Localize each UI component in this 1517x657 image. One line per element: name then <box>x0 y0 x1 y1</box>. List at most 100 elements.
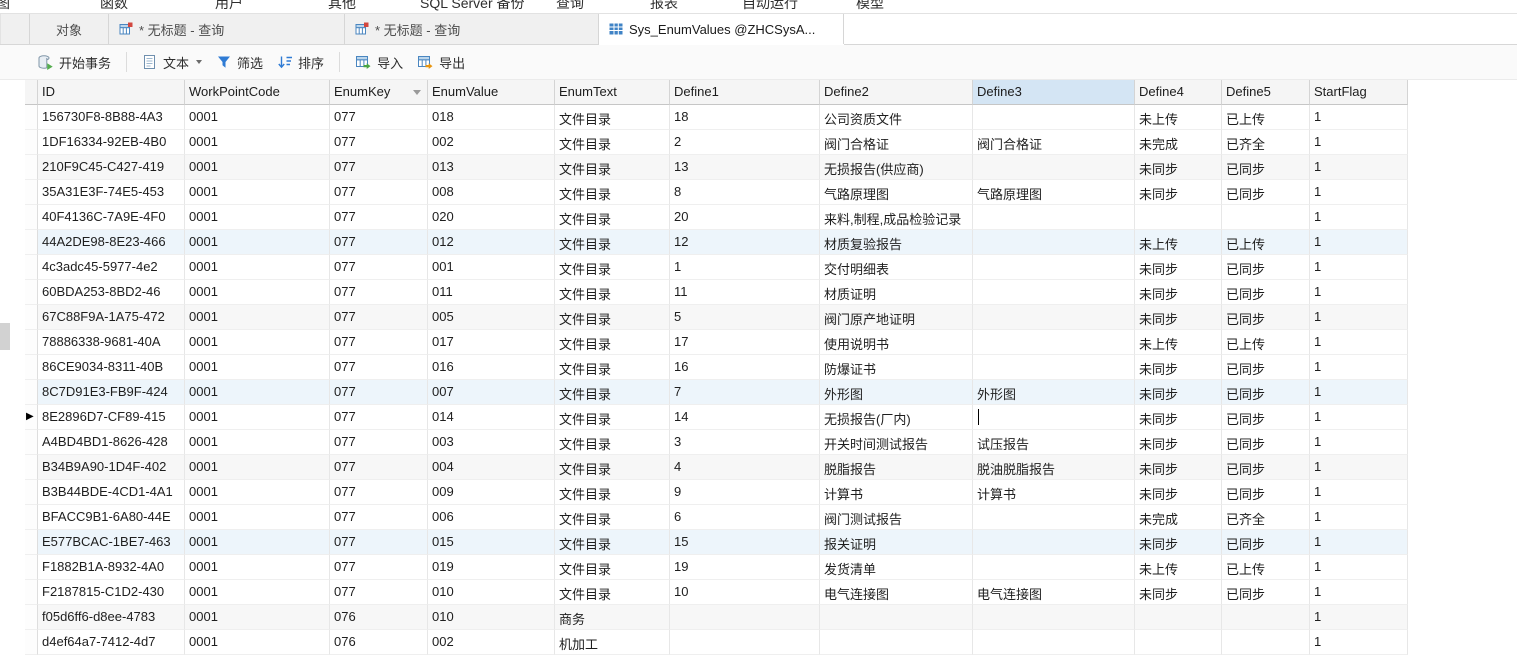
row-selector-gutter[interactable] <box>25 455 38 480</box>
row-selector-gutter[interactable] <box>25 305 38 330</box>
filter-dropdown-icon[interactable] <box>413 90 421 95</box>
cell[interactable]: 0001 <box>185 230 330 255</box>
cell[interactable]: 40F4136C-7A9E-4F0 <box>38 205 185 230</box>
cell[interactable]: 19 <box>670 555 820 580</box>
cell[interactable]: 019 <box>428 555 555 580</box>
cell[interactable]: 0001 <box>185 605 330 630</box>
cell[interactable]: 已同步 <box>1222 405 1310 430</box>
cell[interactable]: 0001 <box>185 130 330 155</box>
cell[interactable] <box>973 555 1135 580</box>
cell[interactable]: 0001 <box>185 105 330 130</box>
cell[interactable]: 计算书 <box>973 480 1135 505</box>
cell[interactable]: 1 <box>1310 355 1408 380</box>
cell[interactable]: 防爆证书 <box>820 355 973 380</box>
cell[interactable]: 未同步 <box>1135 280 1222 305</box>
cell[interactable]: 004 <box>428 455 555 480</box>
cell[interactable]: 077 <box>330 280 428 305</box>
cell[interactable]: 077 <box>330 530 428 555</box>
cell[interactable]: 计算书 <box>820 480 973 505</box>
cell[interactable]: 0001 <box>185 380 330 405</box>
row-selector-gutter[interactable] <box>25 530 38 555</box>
row-selector-gutter[interactable] <box>25 380 38 405</box>
cell[interactable]: 电气连接图 <box>973 580 1135 605</box>
cell[interactable]: 0001 <box>185 630 330 655</box>
cell[interactable]: 已上传 <box>1222 105 1310 130</box>
cell[interactable]: 210F9C45-C427-419 <box>38 155 185 180</box>
filter-button[interactable]: 筛选 <box>209 49 270 76</box>
cell[interactable]: 020 <box>428 205 555 230</box>
cell[interactable]: 11 <box>670 280 820 305</box>
cell[interactable]: 文件目录 <box>555 505 670 530</box>
cell[interactable]: 未同步 <box>1135 580 1222 605</box>
cell[interactable]: 4c3adc45-5977-4e2 <box>38 255 185 280</box>
cell[interactable]: 已同步 <box>1222 580 1310 605</box>
cell[interactable]: 077 <box>330 480 428 505</box>
cell[interactable]: 13 <box>670 155 820 180</box>
cell[interactable]: 0001 <box>185 305 330 330</box>
cell[interactable]: 未上传 <box>1135 555 1222 580</box>
cell[interactable]: 文件目录 <box>555 380 670 405</box>
cell[interactable]: 文件目录 <box>555 130 670 155</box>
cell[interactable]: 未上传 <box>1135 230 1222 255</box>
cell[interactable]: 1 <box>1310 130 1408 155</box>
cell[interactable]: 未同步 <box>1135 255 1222 280</box>
row-selector-gutter[interactable] <box>25 480 38 505</box>
cell[interactable]: 1 <box>1310 630 1408 655</box>
cell[interactable]: 报关证明 <box>820 530 973 555</box>
begin-transaction-button[interactable]: 开始事务 <box>30 49 118 76</box>
cell[interactable]: 1 <box>1310 230 1408 255</box>
cell[interactable]: 077 <box>330 330 428 355</box>
row-selector-gutter[interactable]: ▶ <box>25 405 38 430</box>
cell[interactable]: 1 <box>1310 580 1408 605</box>
cell[interactable]: 发货清单 <box>820 555 973 580</box>
cell[interactable]: 文件目录 <box>555 330 670 355</box>
cell[interactable]: 1 <box>1310 155 1408 180</box>
cell[interactable]: 0001 <box>185 580 330 605</box>
cell[interactable]: 已齐全 <box>1222 505 1310 530</box>
cell[interactable] <box>820 605 973 630</box>
cell[interactable]: E577BCAC-1BE7-463 <box>38 530 185 555</box>
row-selector-gutter[interactable] <box>25 105 38 130</box>
column-header-define1[interactable]: Define1 <box>670 80 820 105</box>
cell[interactable]: 011 <box>428 280 555 305</box>
cell[interactable]: 1 <box>1310 405 1408 430</box>
cell[interactable]: 已齐全 <box>1222 130 1310 155</box>
cell[interactable]: 阀门合格证 <box>973 130 1135 155</box>
cell[interactable]: 7 <box>670 380 820 405</box>
cell[interactable]: 077 <box>330 205 428 230</box>
cell[interactable]: 文件目录 <box>555 255 670 280</box>
row-selector-gutter[interactable] <box>25 605 38 630</box>
column-header-define4[interactable]: Define4 <box>1135 80 1222 105</box>
cell[interactable]: 1 <box>1310 330 1408 355</box>
row-selector-gutter[interactable] <box>25 580 38 605</box>
menu-item-2[interactable]: 函数 <box>100 0 128 13</box>
cell[interactable] <box>973 405 1135 430</box>
cell[interactable]: 67C88F9A-1A75-472 <box>38 305 185 330</box>
cell[interactable]: f05d6ff6-d8ee-4783 <box>38 605 185 630</box>
cell[interactable]: 已上传 <box>1222 555 1310 580</box>
cell[interactable]: 已同步 <box>1222 455 1310 480</box>
cell[interactable]: 1 <box>1310 380 1408 405</box>
cell[interactable]: 1 <box>1310 205 1408 230</box>
cell[interactable]: 077 <box>330 405 428 430</box>
column-header-startflag[interactable]: StartFlag <box>1310 80 1408 105</box>
cell[interactable]: 8 <box>670 180 820 205</box>
cell[interactable]: 未上传 <box>1135 105 1222 130</box>
row-selector-gutter[interactable] <box>25 280 38 305</box>
cell[interactable] <box>670 630 820 655</box>
cell[interactable]: 1 <box>1310 505 1408 530</box>
cell[interactable]: 010 <box>428 580 555 605</box>
cell[interactable]: 2 <box>670 130 820 155</box>
column-header-define2[interactable]: Define2 <box>820 80 973 105</box>
cell[interactable]: 文件目录 <box>555 530 670 555</box>
cell[interactable]: 未同步 <box>1135 180 1222 205</box>
cell[interactable]: 阀门合格证 <box>820 130 973 155</box>
row-selector-gutter[interactable] <box>25 155 38 180</box>
cell[interactable]: 商务 <box>555 605 670 630</box>
cell[interactable]: 8C7D91E3-FB9F-424 <box>38 380 185 405</box>
cell[interactable] <box>973 205 1135 230</box>
cell[interactable]: 已同步 <box>1222 305 1310 330</box>
cell[interactable]: 未同步 <box>1135 155 1222 180</box>
cell[interactable]: 007 <box>428 380 555 405</box>
cell[interactable]: 未同步 <box>1135 405 1222 430</box>
